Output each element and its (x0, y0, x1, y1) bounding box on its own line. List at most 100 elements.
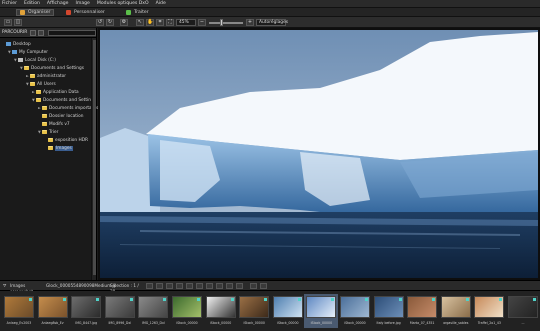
tree-node[interactable]: Dossier location (38, 112, 83, 120)
organize-icon (20, 10, 25, 15)
workspace-tabs: Organiser Personnaliser Traiter (0, 8, 540, 17)
panel-menu-icon[interactable] (30, 29, 37, 36)
menu-item[interactable]: Affichage (47, 1, 69, 6)
filmstrip-thumbnail[interactable]: Traffel_2o1_43 (472, 294, 506, 328)
menu-item[interactable]: Image (76, 1, 90, 6)
filmstrip-thumbnail[interactable]: iStock_00000 (271, 294, 305, 328)
filmstrip-thumbnail[interactable]: iStock_00000 (338, 294, 372, 328)
filmstrip-thumbnail[interactable]: ... (506, 294, 540, 328)
tree-node[interactable]: ► Application Data (32, 88, 79, 96)
filmstrip-thumbnail[interactable]: Anlaeg_Ev2003 (2, 294, 36, 328)
folder-icon (24, 66, 29, 70)
filter-icon[interactable]: ⛛ (3, 283, 7, 289)
tree-node-label: administrator (37, 73, 67, 79)
prev-image-icon[interactable] (206, 283, 213, 289)
main-toolbar: ▭ ◫ ↺ ↻ ⚙ ↖ ✋ ⌗ ⛶ 45% − + Autoréglages (0, 17, 540, 28)
tree-scrollbar[interactable] (91, 38, 96, 280)
play-icon[interactable] (216, 283, 223, 289)
customize-icon (66, 10, 71, 15)
filmstrip-thumbnail[interactable]: orgasille_sables (439, 294, 473, 328)
tree-node[interactable]: ▼ Documents and Settings (20, 64, 84, 72)
view-dual-button[interactable]: ◫ (14, 19, 22, 26)
rotate-left-icon[interactable]: ↺ (96, 19, 104, 26)
tree-node[interactable]: ▼ My Computer (8, 48, 48, 56)
thumbnail-image (37, 296, 68, 318)
tree-node[interactable]: Images (44, 144, 73, 152)
path-select[interactable] (48, 29, 96, 36)
filmstrip-thumbnail[interactable]: Anlaeg8sb_Ev (36, 294, 70, 328)
menu-item[interactable]: Modules optiques DxO (97, 1, 149, 6)
thumbnail-image (407, 296, 438, 318)
processed-badge-icon (465, 298, 469, 301)
zoom-in-icon[interactable]: + (246, 19, 254, 26)
process-icon (126, 10, 131, 15)
zoom-slider-track[interactable] (209, 22, 243, 24)
strip-collapse-icon[interactable] (260, 283, 267, 289)
tree-node-label: My Computer (19, 49, 48, 55)
zoom-fit-icon[interactable]: ⛶ (166, 19, 174, 26)
filmstrip-thumbnail[interactable]: IMG_8996_Dxl (103, 294, 137, 328)
grid-view-icon[interactable] (156, 283, 163, 289)
tab-traiter[interactable]: Traiter (126, 9, 149, 16)
zoom-slider-thumb[interactable] (220, 19, 223, 26)
folder-icon (30, 74, 35, 78)
view-single-button[interactable]: ▭ (4, 19, 12, 26)
rotate-icon[interactable] (186, 283, 193, 289)
thumbnail-label: iStock_00000 (243, 321, 265, 325)
processed-badge-icon (432, 298, 436, 301)
filmstrip-thumbnail[interactable]: Italy before.jpg (372, 294, 406, 328)
flag-icon[interactable] (176, 283, 183, 289)
pointer-tool-icon[interactable]: ↖ (136, 19, 144, 26)
hand-tool-icon[interactable]: ✋ (146, 19, 154, 26)
tree-node[interactable]: ▼ Documents and Settings (32, 96, 96, 104)
tree-node[interactable]: exposition HDR (44, 136, 88, 144)
tree-node[interactable]: ► Documents importants (38, 104, 98, 112)
tree-node[interactable]: ► administrator (26, 72, 66, 80)
processed-badge-icon (163, 298, 167, 301)
filmstrip-thumbnail[interactable]: Marta_07_4351 (405, 294, 439, 328)
last-image-icon[interactable] (236, 283, 243, 289)
filmstrip-thumbnail[interactable]: iStock_00000 (204, 294, 238, 328)
filmstrip-thumbnail[interactable]: IMG_1263_Dxl (136, 294, 170, 328)
menu-item[interactable]: Aide (156, 1, 166, 6)
tree-node[interactable]: ▼ Trier (38, 128, 58, 136)
thumbnail-label: iStock_00000 (344, 321, 366, 325)
crop-tool-icon[interactable]: ⌗ (156, 19, 164, 26)
settings-icon[interactable]: ⚙ (120, 19, 128, 26)
filmstrip-thumbnail[interactable]: iStock_00000 (170, 294, 204, 328)
auto-settings-dropdown[interactable]: Autoréglages (256, 19, 288, 26)
menu-item[interactable]: Edition (24, 1, 40, 6)
tree-node-label: Application Data (43, 89, 79, 95)
zoom-field[interactable]: 45% (176, 19, 196, 26)
tree-node[interactable]: ▼ Local Disk (C:) (14, 56, 56, 64)
filmstrip-thumbnail[interactable]: iStock_00000 (304, 294, 339, 328)
scrollbar-thumb[interactable] (93, 40, 96, 275)
tab-label: Personnaliser (74, 10, 105, 15)
filmstrip-thumbnail[interactable]: IMG_8447.jpg (69, 294, 103, 328)
processed-badge-icon (29, 298, 32, 301)
image-viewer[interactable] (98, 28, 540, 280)
menu-item[interactable]: Fichier (2, 1, 17, 6)
folder-icon (42, 114, 47, 118)
processed-badge-icon (230, 298, 234, 301)
panel-header: PARCOURIR (0, 28, 96, 38)
thumbnail-label: Anlaeg_Ev2003 (6, 321, 32, 325)
sort-icon[interactable] (166, 283, 173, 289)
tag-icon[interactable] (196, 283, 203, 289)
tab-label: Organiser (28, 10, 51, 15)
tab-personnaliser[interactable]: Personnaliser (66, 9, 105, 16)
tree-node[interactable]: Modifs v7 (38, 120, 70, 128)
star-icon[interactable] (146, 283, 153, 289)
tab-organiser[interactable]: Organiser (16, 9, 55, 16)
processed-badge-icon (365, 298, 368, 301)
filmstrip-thumbnail[interactable]: iStock_00000 (237, 294, 271, 328)
thumbnail-image (138, 296, 169, 318)
panel-pin-icon[interactable] (38, 29, 45, 36)
rotate-right-icon[interactable]: ↻ (106, 19, 114, 26)
tree-node[interactable]: Desktop (2, 40, 31, 48)
strip-size-icon[interactable] (250, 283, 257, 289)
next-image-icon[interactable] (226, 283, 233, 289)
tree-node[interactable]: ▼ All Users (26, 80, 56, 88)
zoom-out-icon[interactable]: − (198, 19, 206, 26)
thumbnail-label: Italy before.jpg (376, 321, 401, 325)
